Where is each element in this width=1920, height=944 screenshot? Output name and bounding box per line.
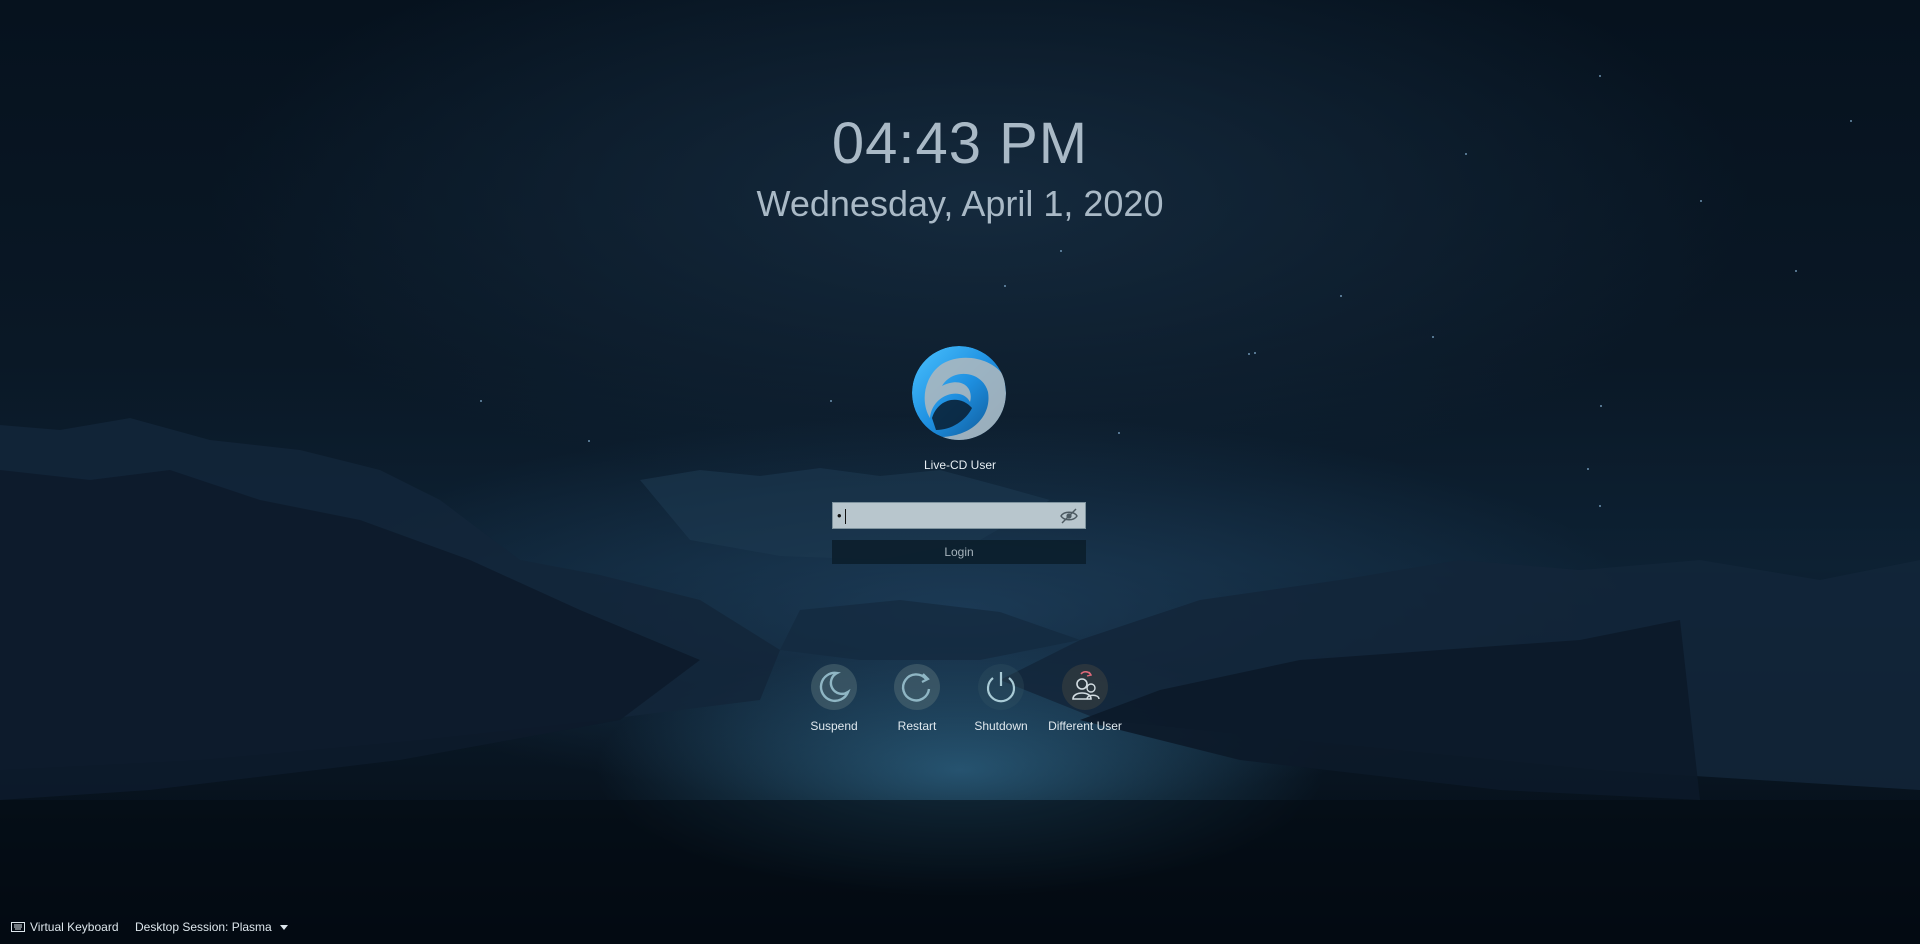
different-user-icon-circle xyxy=(1062,664,1108,710)
suspend-icon-circle xyxy=(811,664,857,710)
suspend-button[interactable]: Suspend xyxy=(786,664,882,733)
suspend-label: Suspend xyxy=(810,719,858,733)
login-button[interactable]: Login xyxy=(832,540,1086,564)
restart-icon xyxy=(901,673,931,702)
virtual-keyboard-label: Virtual Keyboard xyxy=(30,920,119,934)
keyboard-icon xyxy=(11,922,25,932)
power-icon xyxy=(986,672,1016,703)
text-cursor xyxy=(845,509,846,524)
different-user-label: Different User xyxy=(1048,719,1122,733)
eye-slash-icon[interactable] xyxy=(1059,507,1079,525)
clock-date: Wednesday, April 1, 2020 xyxy=(756,183,1164,224)
user-avatar[interactable] xyxy=(912,346,1006,440)
switch-user-icon xyxy=(1072,670,1100,700)
clock-time: 04:43 PM xyxy=(831,111,1089,176)
shutdown-label: Shutdown xyxy=(974,719,1028,733)
password-input[interactable]: • xyxy=(832,502,1086,529)
restart-icon-circle xyxy=(894,664,940,710)
virtual-keyboard-button[interactable]: Virtual Keyboard xyxy=(11,920,119,934)
user-avatar-logo-icon xyxy=(912,346,1006,440)
desktop-session-selector[interactable]: Desktop Session: Plasma xyxy=(135,920,288,934)
different-user-button[interactable]: Different User xyxy=(1037,664,1133,733)
shutdown-button[interactable]: Shutdown xyxy=(953,664,1049,733)
desktop-session-label: Desktop Session: Plasma xyxy=(135,920,272,934)
user-name-label[interactable]: Live-CD User xyxy=(0,458,1920,472)
shutdown-icon-circle xyxy=(978,664,1024,710)
password-value: • xyxy=(837,508,842,523)
moon-icon xyxy=(819,671,851,703)
restart-button[interactable]: Restart xyxy=(869,664,965,733)
chevron-down-icon xyxy=(279,924,288,930)
restart-label: Restart xyxy=(897,719,937,733)
